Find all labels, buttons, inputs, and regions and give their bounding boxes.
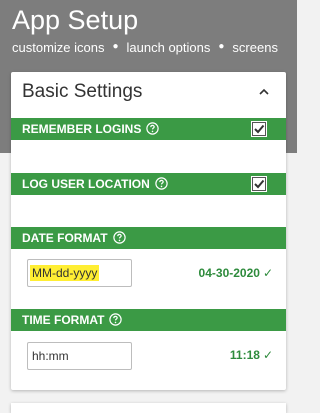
log-user-location-bar: LOG USER LOCATION	[11, 173, 286, 195]
date-format-value: MM-dd-yyyy	[30, 265, 100, 281]
nav-separator: ●	[218, 41, 225, 52]
date-format-preview: 04-30-2020 ✓	[198, 266, 273, 280]
date-format-input[interactable]: MM-dd-yyyy	[27, 259, 132, 287]
remember-logins-checkbox[interactable]	[251, 121, 267, 137]
nav-link-screens[interactable]: screens	[232, 40, 278, 55]
checkmark-icon: ✓	[262, 348, 273, 362]
nav-link-customize-icons[interactable]: customize icons	[12, 40, 104, 55]
time-format-bar: TIME FORMAT	[11, 309, 286, 331]
help-icon[interactable]	[155, 177, 168, 191]
date-format-bar: DATE FORMAT	[11, 227, 286, 249]
time-format-label: TIME FORMAT	[22, 313, 123, 327]
next-card-edge	[11, 403, 286, 413]
app-title: App Setup	[12, 5, 139, 35]
app-subnav: customize icons ● launch options ● scree…	[12, 39, 278, 55]
help-icon[interactable]	[146, 122, 160, 136]
log-user-location-label: LOG USER LOCATION	[22, 177, 168, 191]
nav-separator: ●	[112, 41, 119, 52]
basic-settings-card: Basic Settings REMEMBER LOGINS LOG USER …	[11, 72, 286, 390]
log-user-location-checkbox[interactable]	[251, 176, 267, 192]
help-icon[interactable]	[109, 313, 123, 327]
remember-logins-bar: REMEMBER LOGINS	[11, 118, 286, 140]
nav-link-launch-options[interactable]: launch options	[127, 40, 211, 55]
card-title: Basic Settings	[22, 81, 143, 102]
remember-logins-label: REMEMBER LOGINS	[22, 122, 160, 136]
checkmark-icon: ✓	[262, 266, 273, 280]
time-format-value: hh:mm	[32, 349, 69, 363]
time-format-input[interactable]: hh:mm	[27, 342, 132, 370]
time-format-preview: 11:18 ✓	[229, 348, 273, 362]
date-format-label: DATE FORMAT	[22, 231, 126, 245]
help-icon[interactable]	[112, 231, 126, 245]
chevron-up-icon[interactable]	[255, 83, 273, 101]
